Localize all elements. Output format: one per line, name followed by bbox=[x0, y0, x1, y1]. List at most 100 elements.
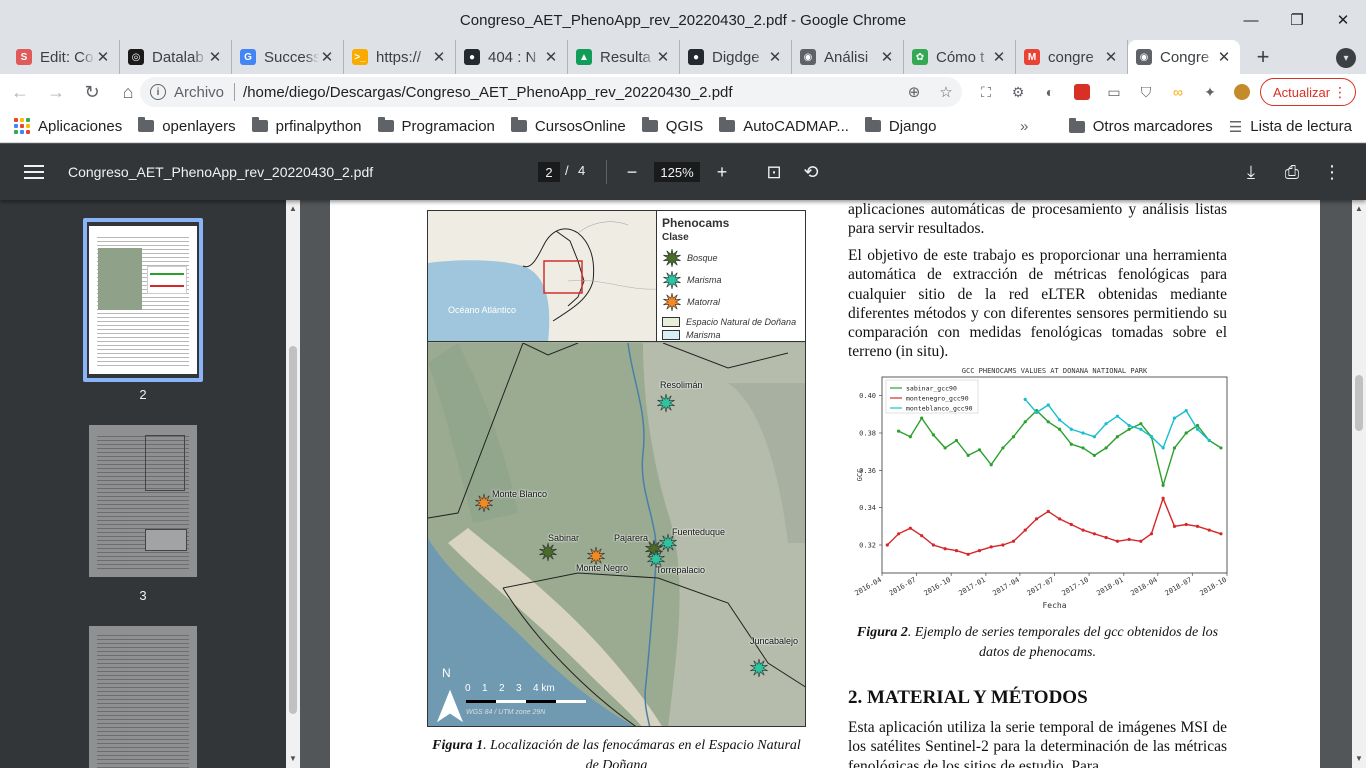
chart-title: GCC PHENOCAMS VALUES AT DONANA NATIONAL … bbox=[962, 367, 1148, 375]
bookmark-1[interactable]: openlayers bbox=[138, 117, 236, 135]
bookmark-7[interactable]: Django bbox=[864, 117, 936, 135]
rotate-icon[interactable]: ⟲ bbox=[797, 158, 825, 186]
tab-5[interactable]: ▲ Resulta ✕ bbox=[568, 40, 680, 74]
thumbnail-page-4[interactable] bbox=[89, 626, 197, 768]
tab-close-icon[interactable]: ✕ bbox=[543, 48, 559, 66]
bookmark-0[interactable]: Aplicaciones bbox=[14, 118, 122, 135]
reading-list[interactable]: ☰ Lista de lectura bbox=[1229, 118, 1352, 136]
tab-0[interactable]: S Edit: Co ✕ bbox=[8, 40, 120, 74]
tab-close-icon[interactable]: ✕ bbox=[431, 48, 447, 66]
legend-items: Bosque Marisma Matorral bbox=[662, 247, 802, 313]
tab-close-icon[interactable]: ✕ bbox=[879, 48, 895, 66]
pdf-viewer[interactable]: Océano Atlántico Phenocams Clase Bosque M… bbox=[300, 200, 1352, 768]
tab-search-icon[interactable]: ▾ bbox=[1336, 48, 1356, 68]
tab-label: Datalab bbox=[152, 48, 204, 66]
glasses-extension-icon[interactable]: ∞ bbox=[1162, 78, 1194, 106]
tab-9[interactable]: Mcongre ✕ bbox=[1016, 40, 1128, 74]
minimize-icon[interactable]: — bbox=[1228, 0, 1274, 40]
other-bookmarks[interactable]: Otros marcadores bbox=[1068, 117, 1213, 135]
fit-page-icon[interactable]: ⊡ bbox=[760, 158, 788, 186]
download-icon[interactable]: ⤓ bbox=[1237, 158, 1265, 186]
tab-favicon-icon: M bbox=[1024, 49, 1040, 65]
reading-list-icon: ☰ bbox=[1228, 118, 1243, 136]
tab-4[interactable]: ● 404 : N ✕ bbox=[456, 40, 568, 74]
site-info-icon[interactable]: i bbox=[150, 84, 166, 100]
bookmark-2[interactable]: prfinalpython bbox=[251, 117, 362, 135]
tab-close-icon[interactable]: ✕ bbox=[767, 48, 783, 66]
puzzle-extensions-icon[interactable]: ✦ bbox=[1194, 78, 1226, 106]
scroll-up-arrow-icon[interactable]: ▲ bbox=[1352, 202, 1366, 216]
thumbnail-page-3[interactable] bbox=[89, 425, 197, 577]
maximize-icon[interactable]: ❐ bbox=[1274, 0, 1320, 40]
tab-close-icon[interactable]: ✕ bbox=[95, 48, 111, 66]
sidebar-scrollbar[interactable]: ▲ ▼ bbox=[286, 200, 300, 768]
tab-8[interactable]: ✿ Cómo t ✕ bbox=[904, 40, 1016, 74]
viewer-scrollbar[interactable]: ▲ ▼ bbox=[1352, 200, 1366, 768]
shield-extension-icon[interactable]: ⛉ bbox=[1130, 78, 1162, 106]
address-bar[interactable]: i Archivo /home/diego/Descargas/Congreso… bbox=[140, 77, 962, 107]
bookmark-star-icon[interactable]: ☆ bbox=[930, 83, 962, 101]
chrome-menu-icon[interactable]: ⋮ bbox=[1333, 84, 1347, 101]
settings-extension-icon[interactable]: ⚙ bbox=[1002, 78, 1034, 106]
zoom-out-icon[interactable]: − bbox=[618, 158, 646, 186]
close-window-icon[interactable]: ✕ bbox=[1320, 0, 1366, 40]
bookmark-3[interactable]: Programacion bbox=[377, 117, 495, 135]
tab-close-icon[interactable]: ✕ bbox=[991, 48, 1007, 66]
scroll-down-arrow-icon[interactable]: ▼ bbox=[1352, 752, 1366, 766]
tab-close-icon[interactable]: ✕ bbox=[1103, 48, 1119, 66]
bookmark-label: openlayers bbox=[162, 117, 236, 135]
print-icon[interactable]: ⎙ bbox=[1278, 158, 1306, 186]
tab-6[interactable]: ● Digdge ✕ bbox=[680, 40, 792, 74]
bookmark-5[interactable]: QGIS bbox=[641, 117, 703, 135]
tab-2[interactable]: G Success ✕ bbox=[232, 40, 344, 74]
update-button[interactable]: Actualizar ⋮ bbox=[1260, 78, 1356, 106]
zoom-icon[interactable]: ⊕ bbox=[898, 83, 930, 101]
bookmarks-overflow-icon[interactable]: » bbox=[1020, 118, 1028, 135]
tab-close-icon[interactable]: ✕ bbox=[1216, 48, 1232, 66]
site-label: Monte Blanco bbox=[492, 489, 548, 499]
bookmark-6[interactable]: AutoCADMAP... bbox=[719, 117, 849, 135]
gcc-chart: GCC PHENOCAMS VALUES AT DONANA NATIONAL … bbox=[853, 367, 1228, 610]
tab-favicon-icon: ◎ bbox=[128, 49, 144, 65]
tab-close-icon[interactable]: ✕ bbox=[655, 48, 671, 66]
more-options-icon[interactable]: ⋮ bbox=[1318, 158, 1346, 186]
data-point-monteblanco_gcc90 bbox=[1069, 427, 1073, 431]
data-point-montenegro_gcc90 bbox=[885, 543, 889, 547]
scroll-down-arrow-icon[interactable]: ▼ bbox=[286, 752, 300, 766]
avatar-icon[interactable] bbox=[1226, 78, 1258, 106]
thumbnail-page-2[interactable] bbox=[89, 226, 197, 374]
document-extension-icon[interactable]: ▭ bbox=[1098, 78, 1130, 106]
forward-arrow-icon[interactable]: → bbox=[40, 76, 72, 108]
reload-icon[interactable]: ↻ bbox=[76, 76, 108, 108]
screenshot-extension-icon[interactable]: ⛶ bbox=[970, 78, 1002, 106]
sidebar-scroll-thumb[interactable] bbox=[289, 346, 297, 714]
scroll-up-arrow-icon[interactable]: ▲ bbox=[286, 202, 300, 216]
pdf-extension-icon[interactable] bbox=[1066, 78, 1098, 106]
tab-7[interactable]: ◉ Análisi ✕ bbox=[792, 40, 904, 74]
address-separator bbox=[234, 83, 236, 101]
figure-2-caption: Figura 2. Ejemplo de series temporales d… bbox=[848, 623, 1227, 663]
tab-favicon-icon: ▲ bbox=[576, 49, 592, 65]
back-arrow-icon[interactable]: ← bbox=[4, 76, 36, 108]
dark-mode-extension-icon[interactable]: ◐ bbox=[1034, 78, 1066, 106]
zoom-level-input[interactable]: 125% bbox=[654, 162, 700, 182]
page-number-input[interactable]: 2 bbox=[538, 162, 560, 182]
bookmark-4[interactable]: CursosOnline bbox=[510, 117, 626, 135]
new-tab-icon[interactable]: + bbox=[1246, 40, 1280, 74]
hamburger-menu-icon[interactable] bbox=[24, 165, 44, 179]
viewer-scroll-thumb[interactable] bbox=[1355, 375, 1363, 431]
tab-close-icon[interactable]: ✕ bbox=[319, 48, 335, 66]
x-tick-label: 2018-07 bbox=[1164, 576, 1194, 598]
data-point-sabinar_gcc90 bbox=[897, 429, 901, 433]
tab-1[interactable]: ◎ Datalab ✕ bbox=[120, 40, 232, 74]
tab-10[interactable]: ◉ Congre ✕ bbox=[1128, 40, 1240, 74]
x-tick-label: 2018-04 bbox=[1129, 576, 1159, 598]
address-url[interactable]: /home/diego/Descargas/Congreso_AET_Pheno… bbox=[243, 84, 898, 101]
page-separator: / bbox=[565, 163, 569, 178]
zoom-in-icon[interactable]: + bbox=[708, 158, 736, 186]
tab-3[interactable]: >_ https:// ✕ bbox=[344, 40, 456, 74]
data-point-sabinar_gcc90 bbox=[1219, 446, 1223, 450]
data-point-sabinar_gcc90 bbox=[1001, 446, 1005, 450]
data-point-sabinar_gcc90 bbox=[1023, 420, 1027, 424]
tab-close-icon[interactable]: ✕ bbox=[207, 48, 223, 66]
